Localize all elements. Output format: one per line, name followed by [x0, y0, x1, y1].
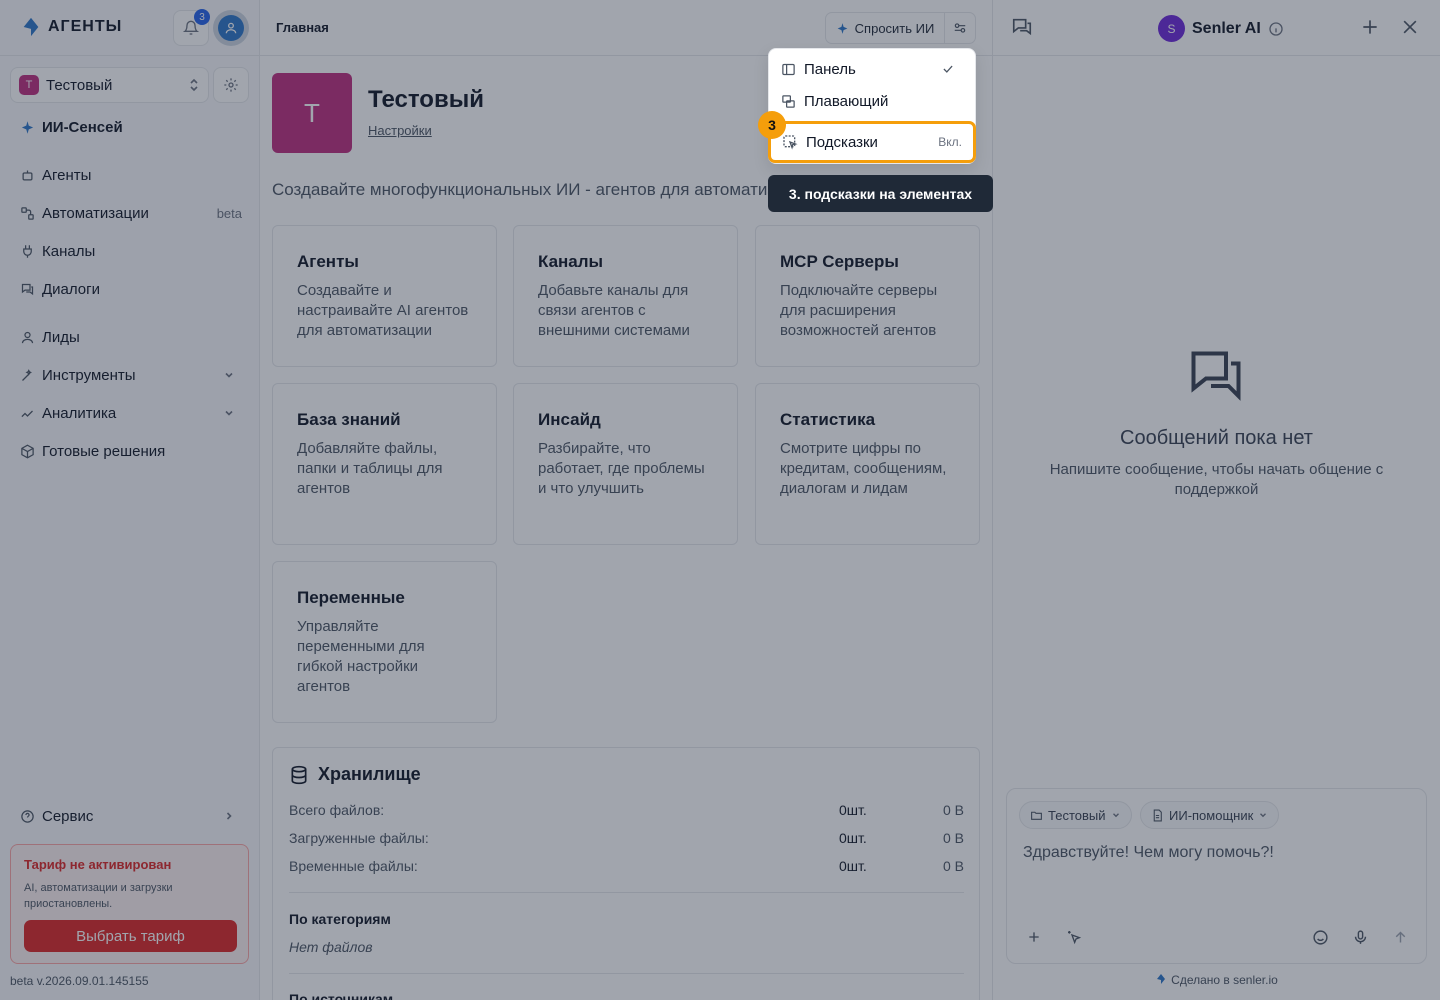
check-icon: [943, 65, 953, 73]
menu-item-panel[interactable]: Панель: [769, 54, 975, 84]
tour-overlay[interactable]: [0, 0, 1440, 1000]
menu-item-label: Панель: [804, 60, 856, 78]
tour-step-number: 3: [758, 111, 786, 139]
hints-state: Вкл.: [938, 135, 962, 149]
panel-icon: [782, 63, 795, 75]
menu-item-floating[interactable]: Плавающий: [769, 86, 975, 116]
menu-item-label: Плавающий: [804, 92, 889, 110]
hint-cursor-icon: [783, 135, 798, 150]
floating-window-icon: [782, 94, 795, 108]
menu-item-label: Подсказки: [806, 133, 878, 151]
menu-item-hints[interactable]: Подсказки Вкл.: [768, 121, 976, 163]
tour-tooltip: 3. подсказки на элементах: [768, 175, 993, 212]
